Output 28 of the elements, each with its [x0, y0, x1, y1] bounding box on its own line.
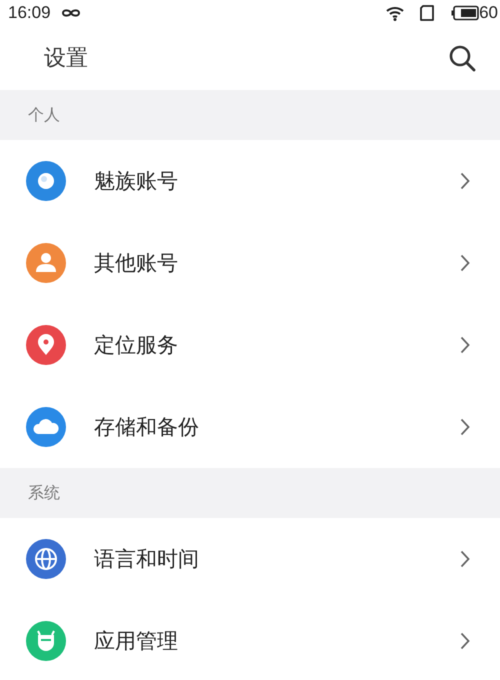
section-header: 个人	[0, 90, 500, 140]
item-label: 应用管理	[94, 628, 179, 655]
item-label: 语言和时间	[94, 546, 200, 573]
settings-item[interactable]: 其他账号	[0, 222, 500, 304]
battery-icon	[451, 5, 480, 21]
chevron-right-icon	[460, 336, 470, 354]
chevron-right-icon	[460, 172, 470, 190]
wifi-icon	[385, 5, 406, 21]
page-title: 设置	[44, 45, 88, 73]
item-label: 魅族账号	[94, 168, 179, 195]
battery-percent: 60	[479, 3, 498, 23]
item-label: 存储和备份	[94, 414, 200, 441]
settings-item[interactable]: 存储和备份	[0, 386, 500, 468]
chevron-right-icon	[460, 254, 470, 272]
sim-card-icon	[419, 5, 436, 21]
chevron-right-icon	[460, 550, 470, 568]
status-time: 16:09	[8, 3, 51, 23]
settings-item[interactable]: 魅族账号	[0, 140, 500, 222]
settings-item[interactable]: 语言和时间	[0, 518, 500, 600]
infinity-icon	[60, 8, 81, 18]
settings-item[interactable]: 应用管理	[0, 600, 500, 680]
chevron-right-icon	[460, 418, 470, 436]
search-icon[interactable]	[448, 44, 476, 72]
item-label: 其他账号	[94, 250, 179, 277]
item-label: 定位服务	[94, 332, 179, 359]
settings-item[interactable]: 定位服务	[0, 304, 500, 386]
chevron-right-icon	[460, 632, 470, 650]
section-header: 系统	[0, 468, 500, 518]
